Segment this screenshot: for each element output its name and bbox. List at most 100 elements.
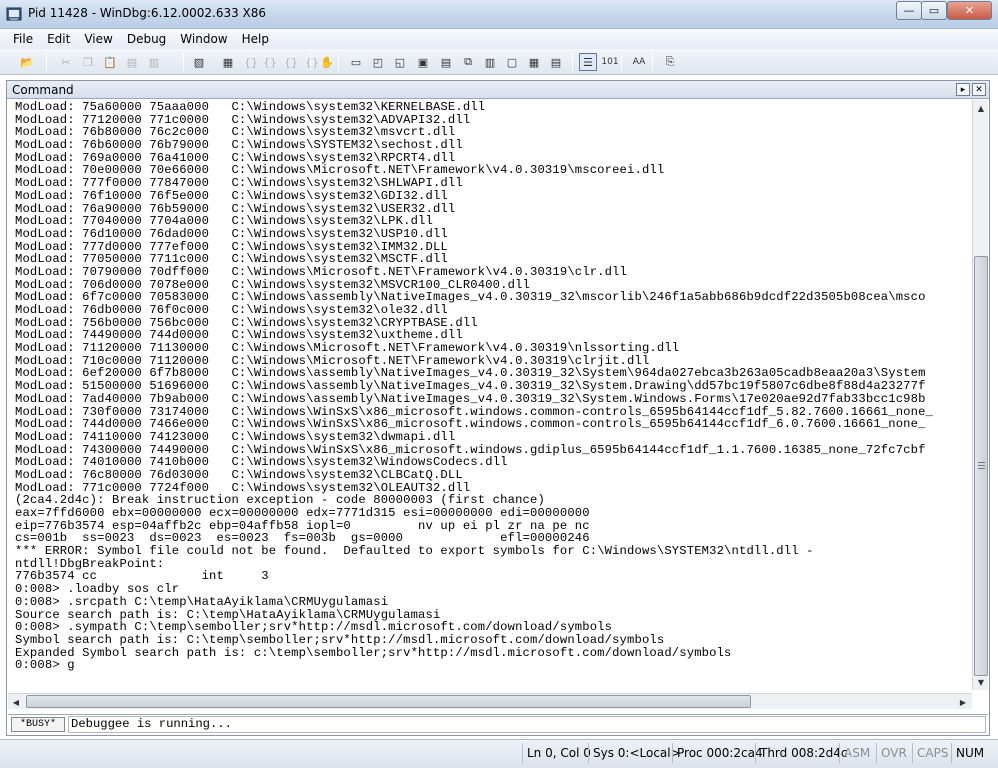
copy-button[interactable]: ❐	[79, 53, 97, 71]
output-line: 776b3574 cc int 3	[15, 570, 269, 584]
horizontal-scroll-thumb[interactable]	[26, 695, 751, 708]
processes-threads-icon: ▦	[528, 55, 540, 69]
source-mode-icon: ▤	[550, 55, 562, 69]
command-input[interactable]: Debuggee is running...	[68, 716, 986, 733]
step-into-button[interactable]: {}	[242, 53, 260, 71]
output-line: ModLoad: 710c0000 71120000 C:\Windows\Mi…	[15, 354, 650, 368]
menu-view[interactable]: View	[77, 32, 119, 46]
output-line: ModLoad: 76a90000 76b59000 C:\Windows\sy…	[15, 202, 456, 216]
title-bar[interactable]: Pid 11428 - WinDbg:6.12.0002.633 X86 — ▭…	[0, 0, 998, 29]
registers-window-button[interactable]: ▣	[414, 53, 432, 71]
open-folder-button[interactable]: 📂	[18, 53, 36, 71]
step-over-button[interactable]: {}	[261, 53, 279, 71]
output-line: ModLoad: 7ad40000 7b9ab000 C:\Windows\as…	[15, 392, 926, 406]
vertical-scroll-thumb[interactable]	[974, 256, 988, 676]
status-asm: ASM	[839, 743, 874, 763]
menu-edit[interactable]: Edit	[40, 32, 77, 46]
window-title: Pid 11428 - WinDbg:6.12.0002.633 X86	[28, 6, 267, 20]
disassembly-window-button[interactable]: ▥	[481, 53, 499, 71]
output-line: ModLoad: 76b80000 76c2c000 C:\Windows\sy…	[15, 126, 456, 140]
command-window-button[interactable]: ▭	[347, 53, 365, 71]
processes-threads-button[interactable]: ▦	[525, 53, 543, 71]
output-line: ModLoad: 76b60000 76b79000 C:\Windows\SY…	[15, 139, 463, 152]
output-line: ModLoad: 70e00000 70e66000 C:\Windows\Mi…	[15, 164, 665, 178]
command-window-header: Command ▸ ✕	[7, 81, 989, 99]
stop-debugging-button[interactable]: ▧	[190, 53, 208, 71]
vertical-scrollbar[interactable]: ▲ ▼	[972, 100, 988, 690]
menu-file[interactable]: File	[6, 32, 40, 46]
windbg-app-icon[interactable]	[6, 6, 22, 22]
command-input-row: *BUSY* Debuggee is running...	[8, 714, 988, 733]
output-line: ntdll!DbgBreakPoint:	[15, 557, 165, 571]
toolbar-separator	[572, 53, 573, 71]
break-icon: ▦	[222, 55, 234, 69]
close-icon: ✕	[975, 84, 983, 95]
output-line: cs=001b ss=0023 ds=0023 es=0023 fs=003b …	[15, 532, 590, 546]
output-line: ModLoad: 769a0000 76a41000 C:\Windows\sy…	[15, 151, 456, 165]
scratch-pad-button[interactable]: ▢	[503, 53, 521, 71]
restart-button[interactable]: ▥	[145, 53, 163, 71]
toolbar-separator	[46, 53, 47, 71]
breakpoint-hand-button[interactable]: ✋	[318, 53, 336, 71]
output-line: ModLoad: 744d0000 7466e000 C:\Windows\Wi…	[15, 418, 926, 431]
break-button[interactable]: ▦	[219, 53, 237, 71]
memory-window-icon: ▤	[440, 55, 452, 69]
close-button[interactable]: ✕	[947, 1, 992, 20]
status-caps: CAPS	[912, 743, 952, 763]
menu-debug[interactable]: Debug	[120, 32, 173, 46]
font-button[interactable]: AA	[630, 53, 648, 71]
output-line: ModLoad: 6ef20000 6f7b8000 C:\Windows\as…	[15, 367, 926, 381]
command-output[interactable]: ModLoad: 75a60000 75aaa000 C:\Windows\sy…	[8, 100, 971, 692]
command-window: Command ▸ ✕ ModLoad: 75a60000 75aaa000 C…	[6, 80, 990, 736]
source-mode-button[interactable]: ▤	[547, 53, 565, 71]
scroll-right-arrow-icon[interactable]: ▶	[955, 694, 971, 710]
cut-button[interactable]: ✂	[57, 53, 75, 71]
output-line: ModLoad: 74300000 74490000 C:\Windows\Wi…	[15, 443, 926, 457]
horizontal-scrollbar[interactable]: ◀ ▶	[8, 693, 972, 709]
restart-icon: ▥	[148, 55, 160, 69]
breakpoint-hand-icon: ✋	[320, 55, 334, 69]
locals-window-button[interactable]: ◱	[391, 53, 409, 71]
menu-help[interactable]: Help	[235, 32, 276, 46]
watch-window-button[interactable]: ◰	[369, 53, 387, 71]
minimize-button[interactable]: —	[896, 1, 922, 20]
output-line: ModLoad: 76c80000 76d03000 C:\Windows\sy…	[15, 468, 463, 482]
memory-window-button[interactable]: ▤	[437, 53, 455, 71]
scroll-left-arrow-icon[interactable]: ◀	[8, 694, 24, 710]
status-process: Proc 000:2ca4	[672, 743, 767, 763]
options-button[interactable]: ⎘	[661, 53, 679, 71]
toolbar-separator	[621, 53, 622, 71]
menu-window[interactable]: Window	[173, 32, 234, 46]
source-mode-on-button[interactable]: ☰	[579, 53, 597, 71]
dock-window-button[interactable]: ▸	[956, 83, 970, 96]
registers-window-icon: ▣	[417, 55, 429, 69]
paste-icon: 📋	[103, 55, 117, 69]
output-line: ModLoad: 70790000 70dff000 C:\Windows\Mi…	[15, 265, 628, 279]
status-num: NUM	[951, 743, 988, 763]
command-window-title: Command	[12, 83, 74, 97]
output-line: 0:008> .loadby sos clr	[15, 583, 180, 596]
scroll-up-arrow-icon[interactable]: ▲	[973, 100, 989, 116]
go-button[interactable]: ▤	[123, 53, 141, 71]
output-line: ModLoad: 74110000 74123000 C:\Windows\sy…	[15, 430, 456, 444]
step-out-button[interactable]: {}	[282, 53, 300, 71]
call-stack-window-button[interactable]: ⧉	[459, 53, 477, 71]
status-ovr: OVR	[876, 743, 911, 763]
output-line: ModLoad: 51500000 51696000 C:\Windows\as…	[15, 380, 926, 393]
output-line: 0:008> .srcpath C:\temp\HataAyiklama\CRM…	[15, 595, 389, 609]
scroll-down-arrow-icon[interactable]: ▼	[973, 674, 989, 690]
output-line: Expanded Symbol search path is: c:\temp\…	[15, 646, 732, 660]
open-folder-icon: 📂	[20, 55, 34, 69]
output-line: ModLoad: 77120000 771c0000 C:\Windows\sy…	[15, 113, 471, 127]
step-over-icon: {}	[263, 55, 277, 69]
output-line: Symbol search path is: C:\temp\semboller…	[15, 633, 665, 647]
paste-button[interactable]: 📋	[101, 53, 119, 71]
disassembly-window-icon: ▥	[484, 55, 496, 69]
close-command-window-button[interactable]: ✕	[972, 83, 986, 96]
output-line: 0:008> g	[15, 659, 75, 672]
output-line: Source search path is: C:\temp\HataAyikl…	[15, 608, 441, 622]
menu-bar: File Edit View Debug Window Help	[0, 29, 998, 49]
hex-display-button[interactable]: 101	[601, 53, 619, 71]
maximize-button[interactable]: ▭	[921, 1, 947, 20]
copy-icon: ❐	[83, 55, 93, 69]
